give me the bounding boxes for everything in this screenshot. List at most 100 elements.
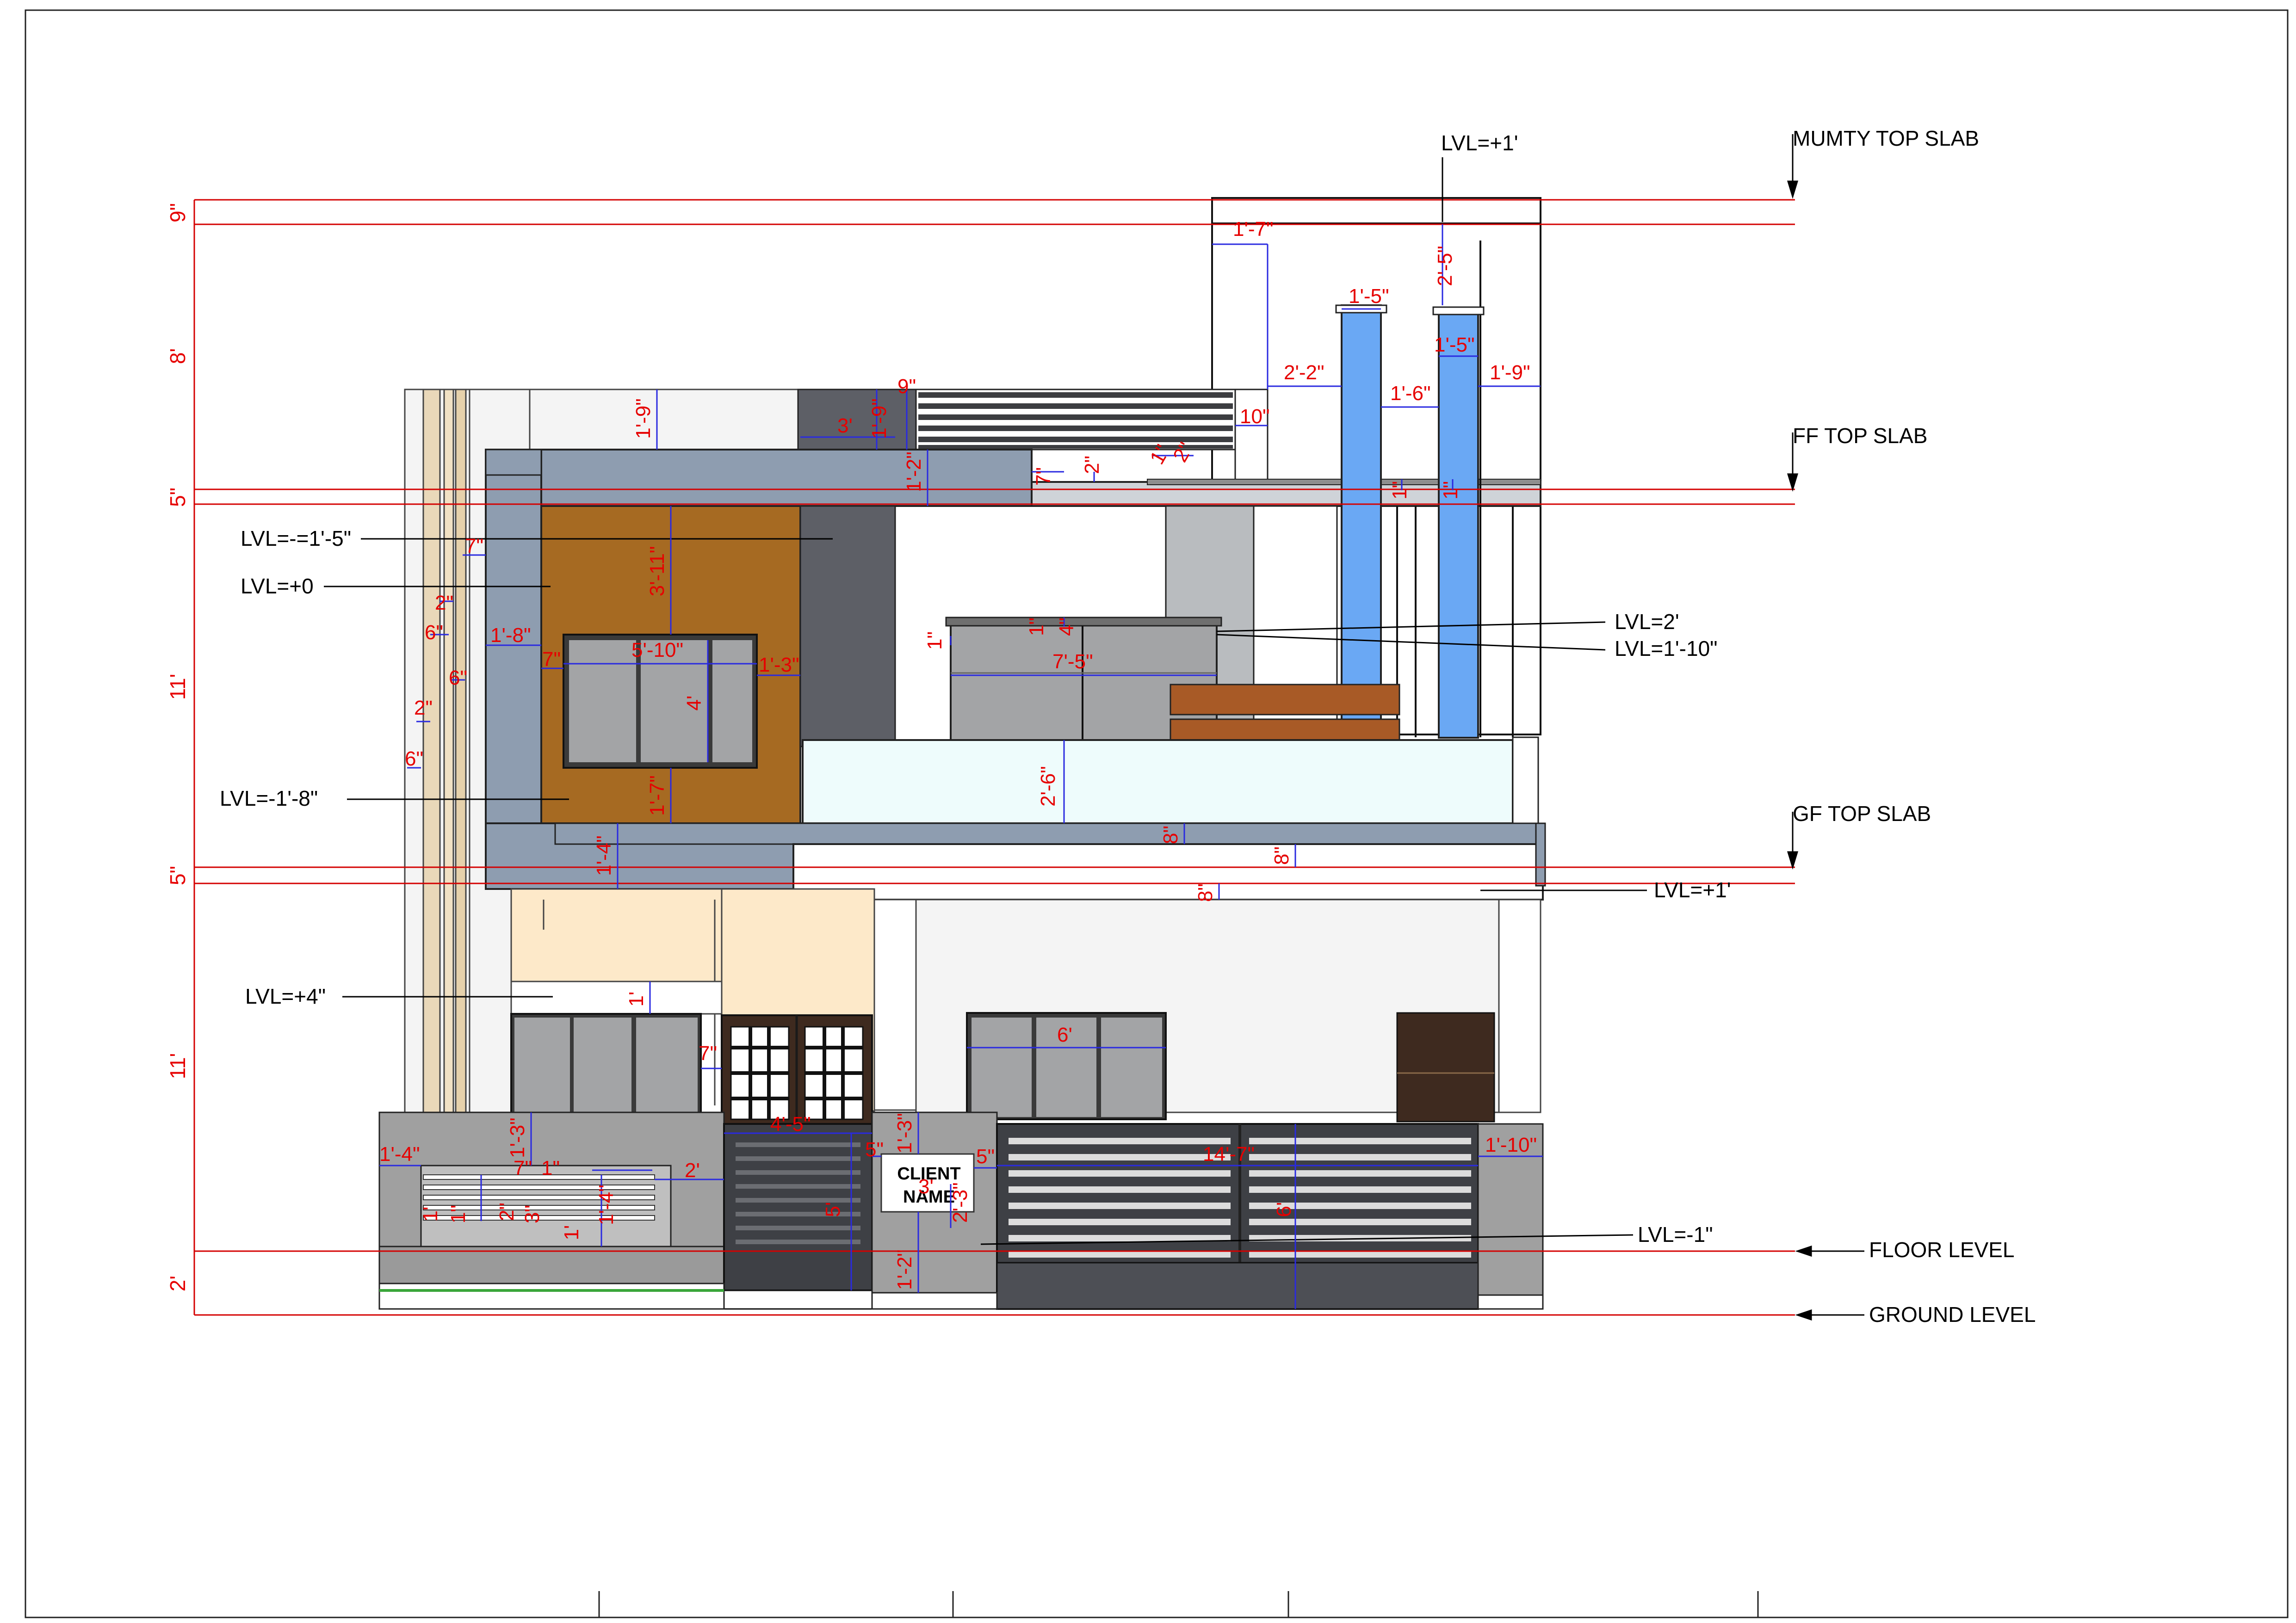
- label-gf-top-slab: GF TOP SLAB: [1793, 802, 1931, 826]
- side-dim-9in: 9": [166, 203, 190, 222]
- dim-1in-pillar-a: 1": [1388, 481, 1411, 500]
- dim-7in-door: 7": [699, 1042, 717, 1065]
- dim-3ft-plate: 3': [918, 1175, 934, 1198]
- dim-6in-b: 6": [449, 666, 467, 689]
- dim-2-5: 2'-5": [1434, 246, 1456, 286]
- dim-1-4-frame: 1'-4": [593, 835, 615, 876]
- dim-8in-b: 8": [1270, 846, 1293, 865]
- boundary-wall-right-base: [1477, 1294, 1544, 1310]
- pillar-base: [871, 1292, 998, 1310]
- dim-1-10: 1'-10": [1485, 1134, 1537, 1156]
- lvl-box-bottom: LVL=-1'-8": [220, 786, 318, 810]
- dim-10in: 10": [1240, 405, 1270, 428]
- dim-2-2: 2'-2": [1284, 361, 1324, 384]
- dim-1in-louver: 1": [447, 1205, 470, 1223]
- dim-7in-slab: 7": [1032, 467, 1055, 486]
- left-fin: [443, 389, 454, 1114]
- dim-6ft-gate: 6': [1273, 1202, 1295, 1217]
- dim-1in-wall: 1": [541, 1157, 560, 1179]
- dim-1-5b: 1'-5": [1434, 333, 1475, 356]
- chajja-end: [1535, 822, 1546, 887]
- window-pane: [636, 1018, 698, 1112]
- dim-1ft-louver-b: 1': [419, 1207, 442, 1222]
- side-dim-5in: 5": [166, 488, 190, 507]
- window-pane: [574, 1018, 631, 1112]
- gf-pier: [873, 899, 917, 1111]
- glass-railing: [802, 739, 1514, 824]
- pedestrian-gate: [723, 1123, 873, 1291]
- frame-corner: [485, 449, 542, 476]
- dim-2in-louver: 2": [495, 1203, 518, 1221]
- dim-1-3-wall: 1'-3": [506, 1117, 529, 1158]
- dark-column: [799, 505, 896, 747]
- label-ff-top-slab: FF TOP SLAB: [1793, 424, 1927, 448]
- left-fin: [455, 389, 467, 1114]
- lvl-box-zero: LVL=+0: [241, 574, 314, 598]
- level-arrows: [1787, 134, 1864, 1321]
- gf-slab-band: [554, 822, 1544, 845]
- dim-1ft-canopy: 1': [625, 992, 648, 1007]
- elevation-drawing: CLIENT NAME MUMTY TOP SLAB FF TOP SLAB G…: [25, 9, 2289, 1618]
- ff-dark-block: [797, 389, 917, 450]
- dim-1ft-louver: 1': [560, 1225, 583, 1240]
- gate-threshold: [723, 1290, 873, 1310]
- dim-1-5a: 1'-5": [1349, 285, 1389, 308]
- car-gate-bottom: [996, 1262, 1479, 1310]
- dim-2in-strip: 2": [435, 592, 453, 614]
- dim-7in-frame: 7": [465, 535, 483, 557]
- blue-pillar-right: [1438, 309, 1479, 739]
- dim-1in-balcony-b: 1": [1025, 617, 1048, 636]
- dim-4ft: 4': [683, 696, 706, 711]
- side-dim-5in-b: 5": [166, 866, 190, 885]
- chajja: [792, 843, 1544, 901]
- ff-slab-band: [485, 449, 1033, 507]
- dim-7in-wall: 7": [514, 1157, 532, 1179]
- dim-1-3-pillar: 1'-3": [893, 1113, 916, 1154]
- dim-4in-balcony: 4": [1055, 617, 1078, 636]
- dim-1-6: 1'-6": [1390, 382, 1431, 405]
- dim-7in-window: 7": [542, 648, 561, 671]
- blue-pillar-left: [1341, 304, 1382, 739]
- dim-1-7-window: 1'-7": [646, 775, 668, 816]
- dim-9in: 9": [897, 375, 916, 398]
- dim-1-9-right: 1'-9": [1490, 361, 1530, 384]
- plinth-left: [378, 1246, 725, 1284]
- window-pane: [972, 1018, 1032, 1117]
- dim-4-5: 4'-5": [770, 1113, 811, 1135]
- dim-1-9-dark: 1'-9": [868, 398, 891, 439]
- dim-2ft-wall: 2': [685, 1159, 700, 1182]
- window-pane: [712, 640, 752, 762]
- dim-7-5: 7'-5": [1052, 650, 1093, 673]
- dim-1-2: 1'-2": [903, 451, 925, 492]
- dim-1-8: 1'-8": [490, 624, 531, 647]
- dim-5ft-gate: 5': [822, 1202, 844, 1217]
- window-pane: [1101, 1018, 1162, 1117]
- side-dim-8ft: 8': [166, 348, 190, 364]
- dim-6in-strip: 6": [425, 621, 443, 644]
- dim-1-4-wall: 1'-4": [379, 1143, 420, 1166]
- dim-2-3: 2'-3": [949, 1182, 972, 1223]
- ground-strip: [378, 1283, 725, 1310]
- dim-1-9-parapet: 1'-9": [632, 398, 655, 439]
- dim-8in-a: 8": [1159, 826, 1182, 844]
- mumty-corner: [1234, 389, 1269, 481]
- side-dim-2ft: 2': [166, 1276, 190, 1291]
- dim-5in-plate: 5": [976, 1145, 995, 1168]
- side-dim-11ft: 11': [166, 674, 190, 700]
- dim-1-4-louver: 1'-4": [595, 1185, 618, 1225]
- dim-3ft: 3': [837, 414, 853, 437]
- dim-1-3: 1'-3": [759, 654, 799, 676]
- dim-1-2-pillar: 1'-2": [893, 1249, 916, 1290]
- wooden-bench-bottom: [1170, 718, 1400, 741]
- gf-cream-wall: [510, 888, 723, 982]
- dim-1in-pillar-b: 1": [1439, 481, 1462, 500]
- dim-5in-gate: 5": [865, 1138, 884, 1161]
- ff-parapet: [529, 389, 799, 450]
- gf-canopy: [510, 981, 723, 1015]
- side-door: [1396, 1012, 1495, 1123]
- dim-1-7: 1'-7": [1233, 218, 1274, 241]
- lvl-balcony-2: LVL=2': [1615, 610, 1679, 634]
- ff-balcony-top: [945, 617, 1222, 627]
- building: CLIENT NAME: [378, 197, 1546, 1310]
- left-fin: [422, 389, 441, 1114]
